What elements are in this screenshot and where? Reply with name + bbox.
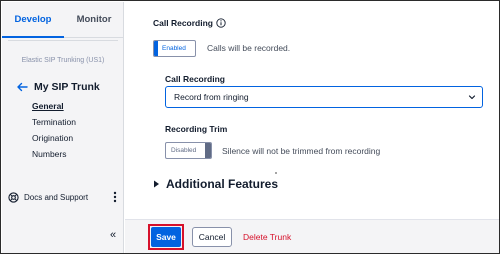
decorative-dot — [275, 172, 277, 174]
page-title: My SIP Trunk — [34, 81, 100, 93]
divider — [8, 40, 118, 41]
docs-and-support-link[interactable]: Docs and Support — [24, 193, 110, 202]
save-button[interactable]: Save — [151, 227, 181, 247]
call-recording-select[interactable]: Record from ringing — [165, 86, 483, 108]
sidebar-item-general[interactable]: General — [32, 100, 76, 116]
call-recording-heading: Call Recording — [153, 18, 226, 28]
tab-develop[interactable]: Develop — [2, 2, 64, 38]
sidebar-item-numbers[interactable]: Numbers — [32, 148, 76, 164]
caret-right-icon — [154, 180, 159, 188]
cancel-button[interactable]: Cancel — [192, 227, 232, 247]
kebab-menu-icon[interactable] — [110, 190, 120, 204]
call-recording-description: Calls will be recorded. — [207, 43, 291, 53]
toggle-knob — [205, 143, 211, 158]
sidebar-tabs: Develop Monitor — [2, 2, 124, 38]
toggle-knob — [154, 41, 158, 56]
delete-trunk-button[interactable]: Delete Trunk — [243, 227, 291, 247]
additional-features-title: Additional Features — [166, 177, 279, 191]
chevron-down-icon — [468, 95, 476, 100]
toggle-state-label: Enabled — [162, 45, 186, 52]
sidebar-item-termination[interactable]: Termination — [32, 116, 76, 132]
docs-and-support: Docs and Support — [8, 190, 120, 204]
support-icon — [8, 191, 19, 203]
call-recording-toggle[interactable]: Enabled — [153, 40, 196, 57]
recording-trim-label: Recording Trim — [165, 124, 228, 134]
sidebar-nav: General Termination Origination Numbers — [32, 100, 76, 164]
recording-trim-description: Silence will not be trimmed from recordi… — [222, 146, 381, 156]
main-content: Call Recording Enabled Calls will be rec… — [125, 2, 499, 253]
sidebar-item-origination[interactable]: Origination — [32, 132, 76, 148]
arrow-left-icon — [17, 82, 28, 92]
info-icon[interactable] — [216, 18, 226, 28]
sidebar: Develop Monitor Elastic SIP Trunking (US… — [2, 2, 124, 253]
call-recording-select-value: Record from ringing — [174, 92, 249, 102]
additional-features-toggle[interactable]: Additional Features — [153, 177, 278, 191]
app-window: Develop Monitor Elastic SIP Trunking (US… — [0, 0, 500, 254]
tab-monitor[interactable]: Monitor — [64, 2, 124, 38]
footer-actions: Save Cancel Delete Trunk — [125, 219, 499, 253]
collapse-sidebar-button[interactable]: « — [106, 228, 120, 242]
call-recording-title: Call Recording — [153, 18, 213, 28]
call-recording-select-label: Call Recording — [165, 74, 225, 84]
recording-trim-toggle[interactable]: Disabled — [165, 142, 212, 159]
back-to-trunks-link[interactable]: My SIP Trunk — [16, 79, 100, 95]
toggle-state-label: Disabled — [171, 147, 197, 154]
breadcrumb: Elastic SIP Trunking (US1) — [21, 57, 105, 64]
